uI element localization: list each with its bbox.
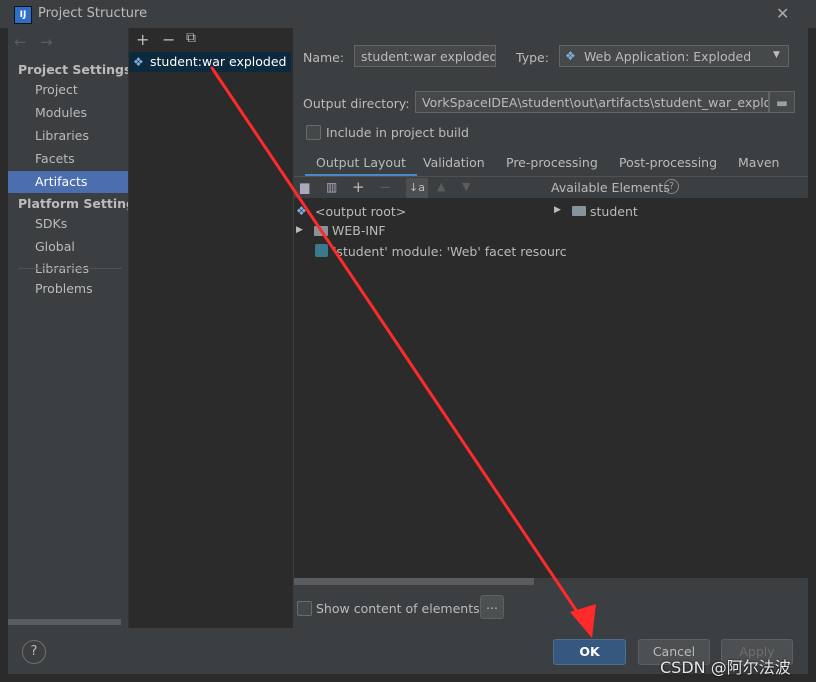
annotation-arrow <box>210 66 596 638</box>
